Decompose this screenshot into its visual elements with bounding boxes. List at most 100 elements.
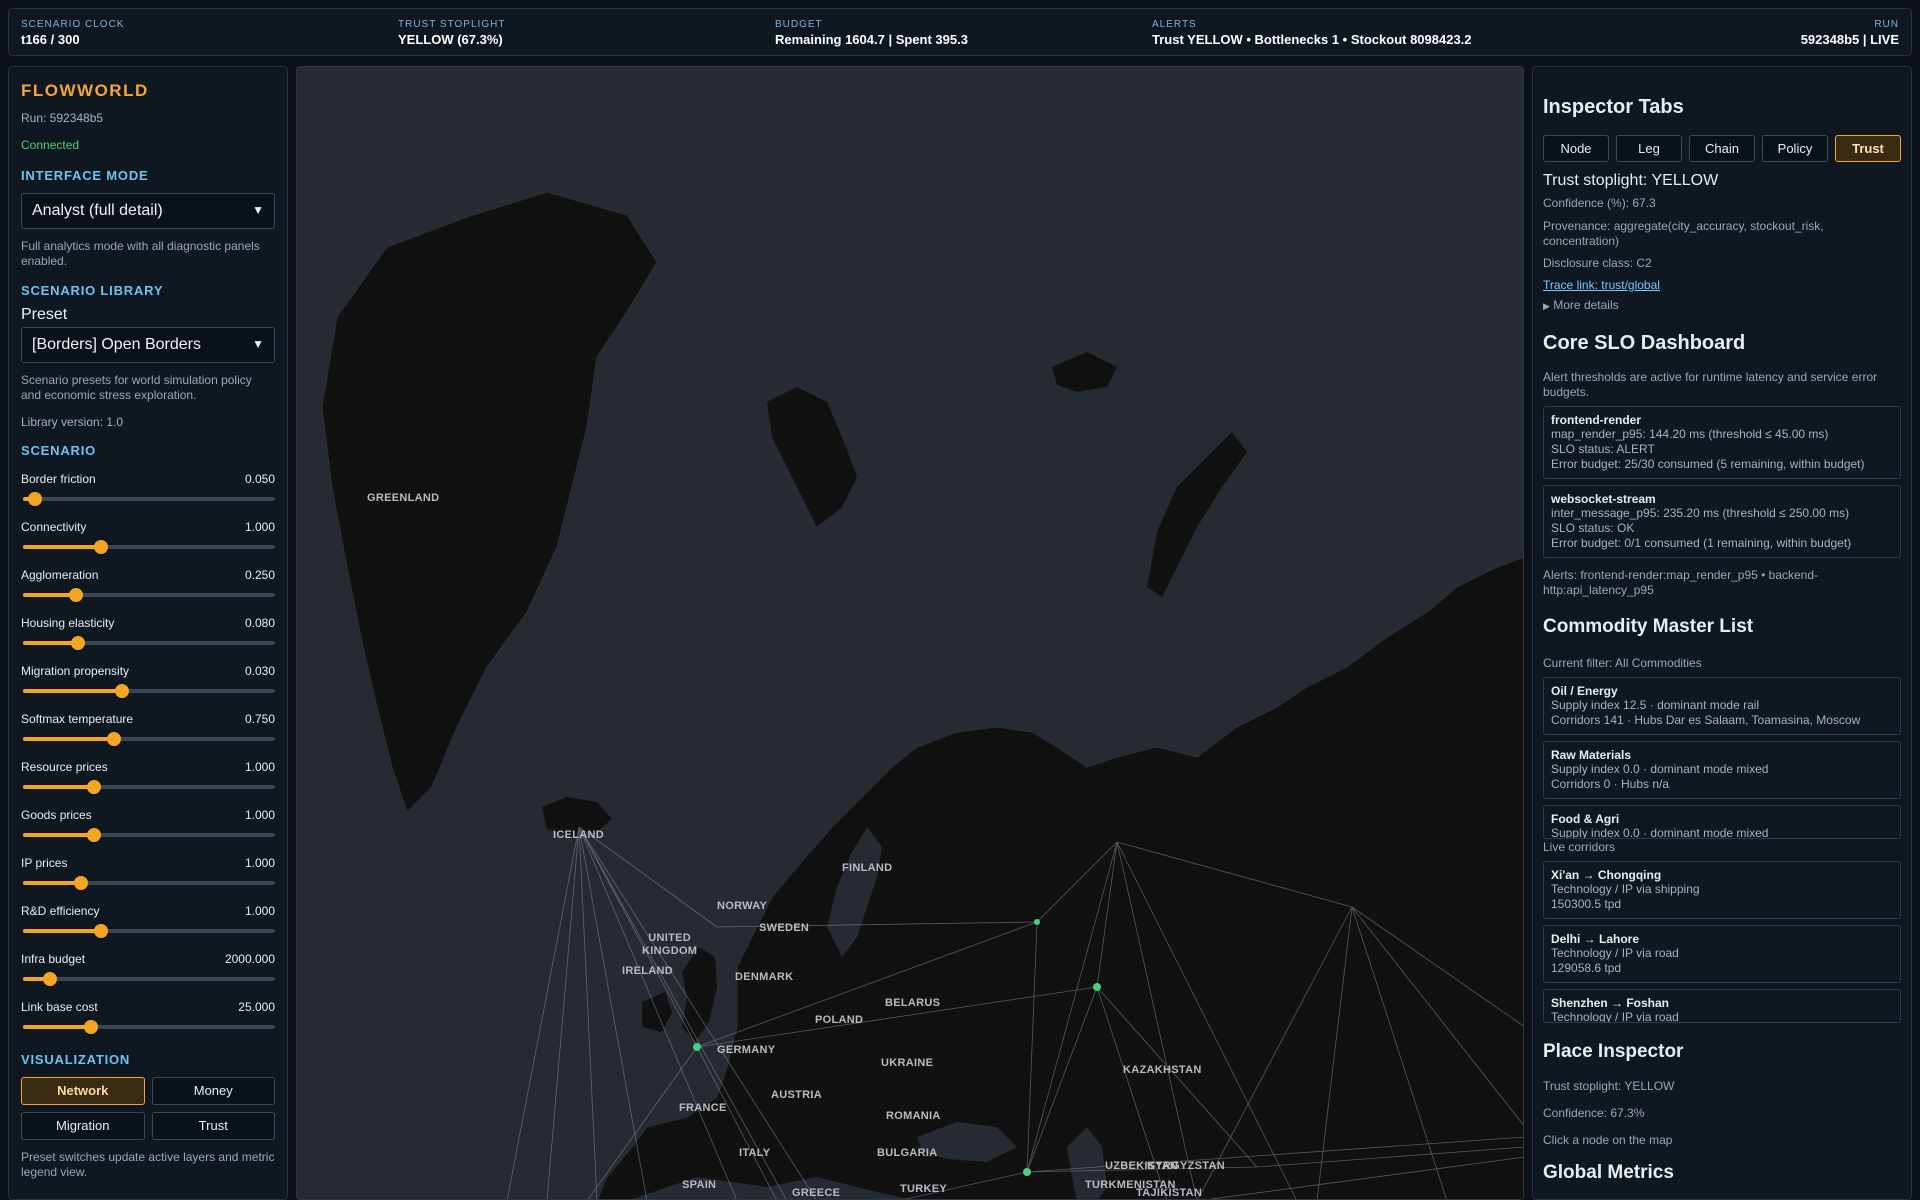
slider-fill <box>23 785 92 789</box>
slider-track[interactable] <box>21 876 275 890</box>
trust-confidence: Confidence (%): 67.3 <box>1543 196 1656 210</box>
trace-link[interactable]: Trace link: trust/global <box>1543 278 1901 292</box>
map-canvas[interactable] <box>297 67 1524 1200</box>
slider-handle[interactable] <box>114 684 129 698</box>
map-country-label: NORWAY <box>717 900 768 912</box>
map-country-label: FRANCE <box>679 1102 727 1114</box>
viz-trust-button[interactable]: Trust <box>151 1112 275 1140</box>
slider-handle[interactable] <box>28 492 43 506</box>
network-node <box>1034 919 1040 925</box>
tab-leg[interactable]: Leg <box>1616 135 1682 162</box>
viz-migration-button[interactable]: Migration <box>21 1112 145 1140</box>
slider-track[interactable] <box>21 972 275 986</box>
slider-track[interactable] <box>21 732 275 746</box>
map-country-label: POLAND <box>815 1014 864 1026</box>
slider-handle[interactable] <box>86 780 101 794</box>
preset-select[interactable]: [Borders] Open Borders ▼ <box>21 327 275 363</box>
slider-track[interactable] <box>21 684 275 698</box>
slider-handle[interactable] <box>86 828 101 842</box>
slider-handle[interactable] <box>94 924 109 938</box>
run-label: RUN <box>1874 19 1899 30</box>
corridor-card[interactable]: Xi'an → Chongqing Technology / IP via shi… <box>1543 861 1901 919</box>
slider-track[interactable] <box>21 1020 275 1034</box>
run-id: Run: 592348b5 <box>21 111 104 125</box>
card-title: frontend-render <box>1551 413 1641 427</box>
inspector-panel: Inspector Tabs Node Leg Chain Policy Tru… <box>1532 66 1912 1200</box>
slider-rail <box>23 977 275 981</box>
map-country-label: KYRGYZSTAN <box>1147 1160 1225 1172</box>
more-details-toggle[interactable]: ▶ More details <box>1543 298 1901 314</box>
slider-value: 0.750 <box>244 712 275 726</box>
slider-track[interactable] <box>21 588 275 602</box>
slider-track[interactable] <box>21 540 275 554</box>
tab-trust[interactable]: Trust <box>1835 135 1901 162</box>
alerts: ALERTS Trust YELLOW • Bottlenecks 1 • St… <box>1152 19 1472 47</box>
commodity-card[interactable]: Oil / Energy Supply index 12.5 · dominant… <box>1543 677 1901 735</box>
slider-row: Housing elasticity 0.080 <box>21 616 275 650</box>
slider-handle[interactable] <box>73 876 88 890</box>
place-hint: Click a node on the map <box>1543 1133 1673 1147</box>
slider-track[interactable] <box>21 828 275 842</box>
viz-network-button[interactable]: Network <box>21 1077 145 1105</box>
interface-mode-select[interactable]: Analyst (full detail) ▼ <box>21 193 275 229</box>
card-line: SLO status: OK <box>1551 521 1635 535</box>
slider-rail <box>23 497 275 501</box>
budget-label: BUDGET <box>775 19 823 30</box>
slider-row: Goods prices 1.000 <box>21 808 275 842</box>
slider-track[interactable] <box>21 492 275 506</box>
slider-handle[interactable] <box>94 540 109 554</box>
viz-money-button[interactable]: Money <box>151 1077 275 1105</box>
commodity-filter: Current filter: All Commodities <box>1543 656 1702 670</box>
slider-header: R&D efficiency 1.000 <box>21 904 275 918</box>
commodity-card[interactable]: Food & Agri Supply index 0.0 · dominant m… <box>1543 805 1901 839</box>
control-sidebar: FLOWWORLD Run: 592348b5 Connected INTERF… <box>8 66 288 1200</box>
trust-title: Trust stoplight: YELLOW <box>1543 172 1719 189</box>
great-britain <box>682 947 717 1042</box>
slider-value: 0.050 <box>244 472 275 486</box>
tab-node[interactable]: Node <box>1543 135 1609 162</box>
card-line: Supply index 0.0 · dominant mode mixed <box>1551 762 1769 776</box>
map-country-label: AUSTRIA <box>771 1089 822 1101</box>
card-line: Supply index 12.5 · dominant mode rail <box>1551 698 1760 712</box>
slider-row: Infra budget 2000.000 <box>21 952 275 986</box>
map-country-label: GREENLAND <box>367 492 440 504</box>
commodity-list: Oil / Energy Supply index 12.5 · dominant… <box>1543 677 1901 839</box>
card-title: Xi'an → Chongqing <box>1551 868 1662 882</box>
commodity-card[interactable]: Raw Materials Supply index 0.0 · dominant… <box>1543 741 1901 799</box>
slider-header: Link base cost 25.000 <box>21 1000 275 1014</box>
map-country-label: BELARUS <box>885 997 941 1009</box>
tab-chain[interactable]: Chain <box>1689 135 1755 162</box>
preset-label: Preset <box>21 306 68 323</box>
slider-handle[interactable] <box>43 972 58 986</box>
slider-value: 1.000 <box>244 760 275 774</box>
budget-value: Remaining 1604.7 | Spent 395.3 <box>775 32 968 47</box>
corridor-card[interactable]: Delhi → Lahore Technology / IP via road 12… <box>1543 925 1901 983</box>
slo-card: frontend-render map_render_p95: 144.20 ms… <box>1543 406 1901 479</box>
tab-policy[interactable]: Policy <box>1762 135 1828 162</box>
slider-handle[interactable] <box>106 732 121 746</box>
corridor-card[interactable]: Shenzhen → Foshan Technology / IP via roa… <box>1543 989 1901 1023</box>
slider-fill <box>23 833 92 837</box>
slider-row: R&D efficiency 1.000 <box>21 904 275 938</box>
world-map[interactable]: GREENLAND ICELAND NORWAY SWEDEN FINLAND UNITE… <box>296 66 1524 1200</box>
slo-heading: Core SLO Dashboard <box>1543 332 1746 354</box>
connection-status: Connected <box>21 138 80 152</box>
slider-handle[interactable] <box>84 1020 99 1034</box>
alerts-value: Trust YELLOW • Bottlenecks 1 • Stockout … <box>1152 32 1472 47</box>
map-country-label: ICELAND <box>553 829 604 841</box>
svalbard-landmass <box>767 387 857 527</box>
slider-track[interactable] <box>21 924 275 938</box>
network-link <box>506 826 580 1199</box>
trust-disclosure: Disclosure class: C2 <box>1543 256 1652 270</box>
trust-provenance: Provenance: aggregate(city_accuracy, sto… <box>1543 219 1824 248</box>
map-country-label: TURKEY <box>900 1183 948 1195</box>
slider-header: Migration propensity 0.030 <box>21 664 275 678</box>
slider-track[interactable] <box>21 780 275 794</box>
slider-handle[interactable] <box>68 588 83 602</box>
slider-track[interactable] <box>21 636 275 650</box>
slider-handle[interactable] <box>71 636 86 650</box>
map-country-label: FINLAND <box>842 862 893 874</box>
interface-mode-heading: INTERFACE MODE <box>21 168 149 183</box>
live-corridors-label: Live corridors <box>1543 840 1616 854</box>
map-country-label: BULGARIA <box>877 1147 938 1159</box>
